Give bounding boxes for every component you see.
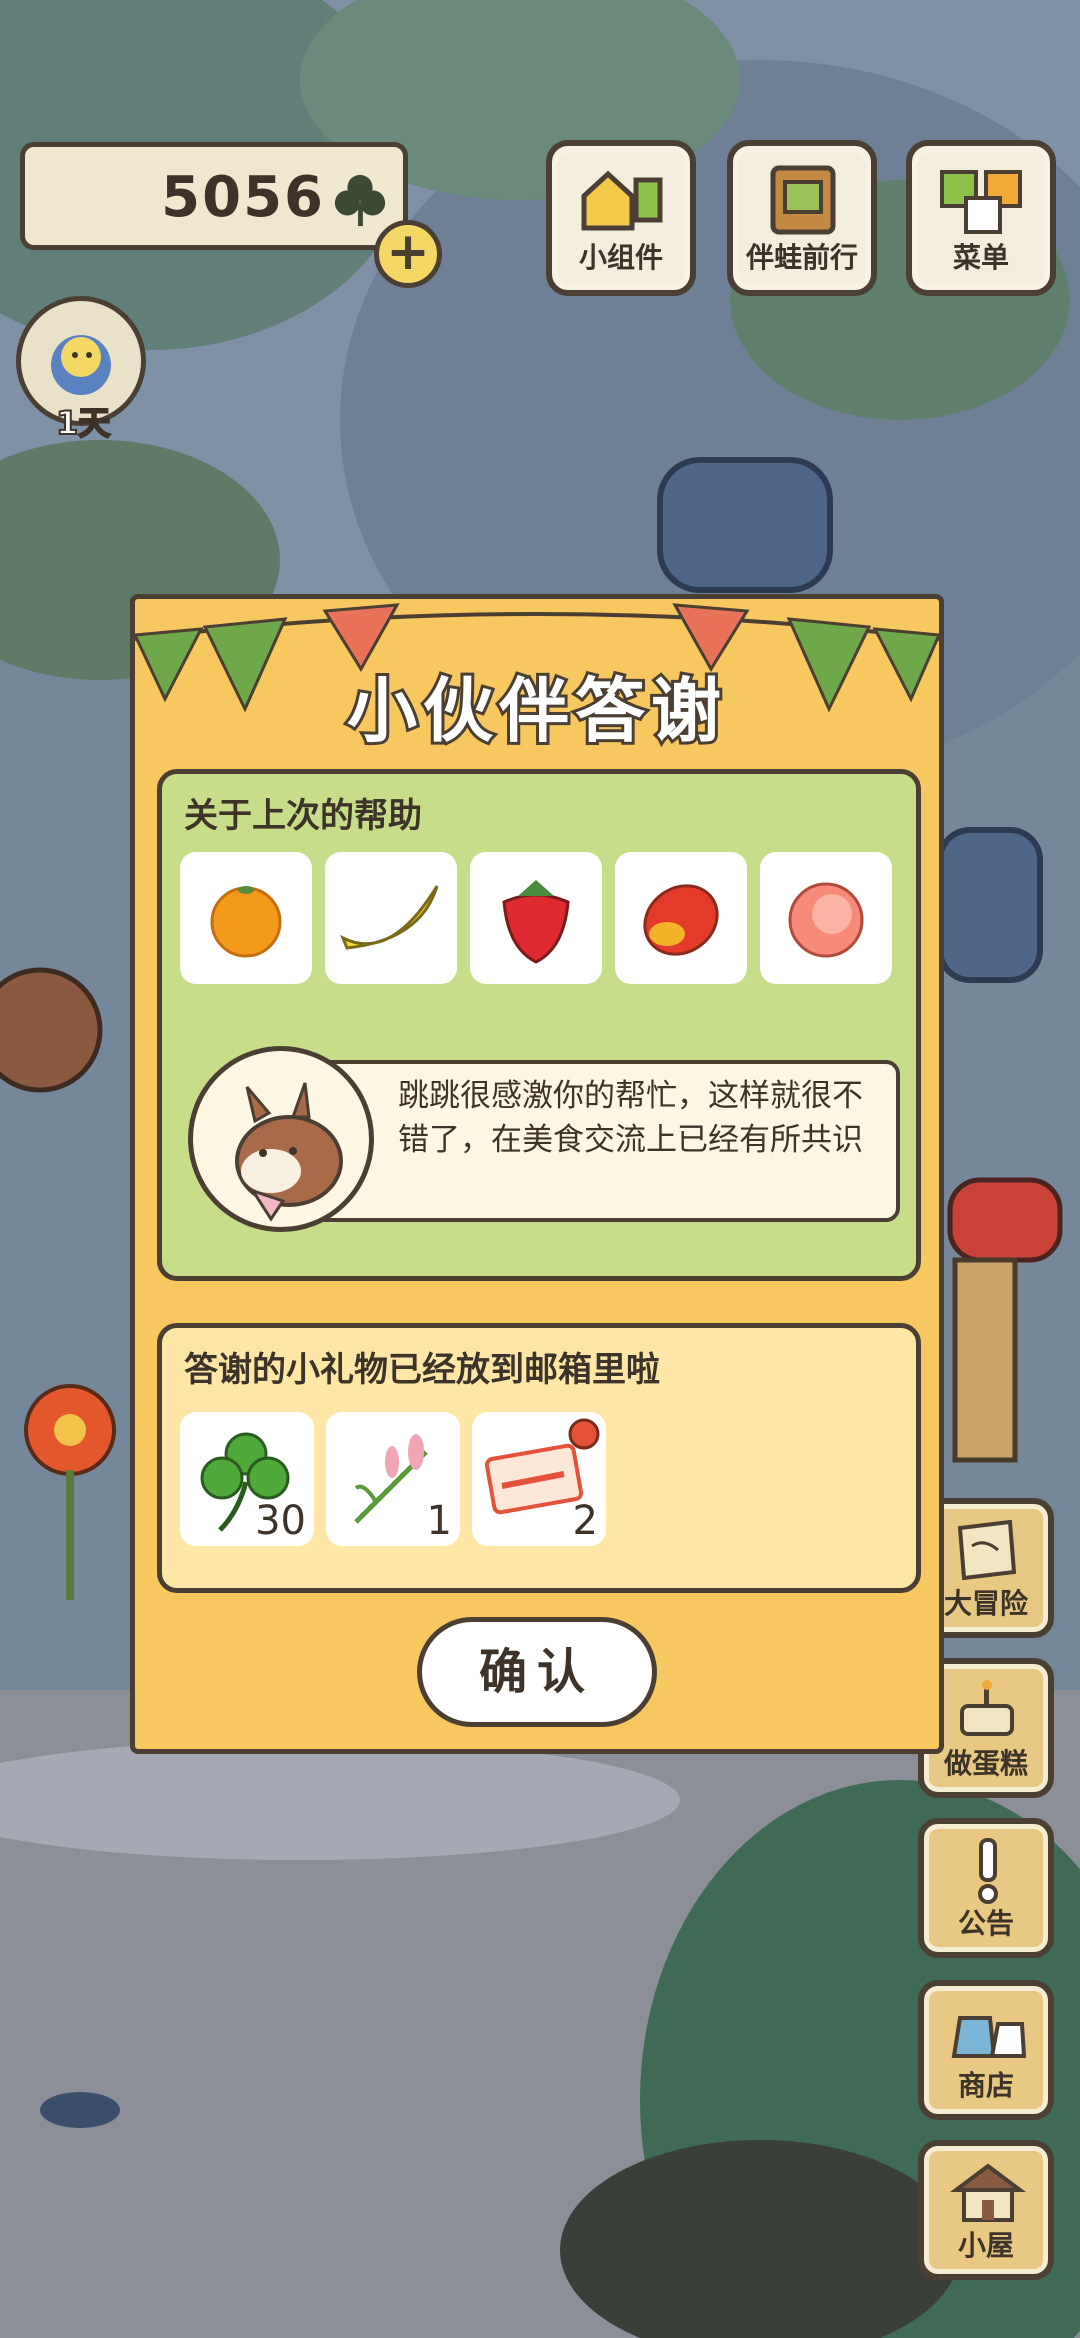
widget-button[interactable]: 小组件 <box>546 140 696 296</box>
gift-item-ticket: 2 <box>472 1412 606 1546</box>
shop-label: 商店 <box>957 2069 1014 2102</box>
menu-label: 菜单 <box>952 241 1009 274</box>
shop-button[interactable]: 商店 <box>918 1980 1054 2120</box>
exclamation-icon <box>978 1838 998 1904</box>
notice-label: 公告 <box>957 1907 1014 1940</box>
notice-button[interactable]: 公告 <box>918 1818 1054 1958</box>
thanks-message-bubble: 跳跳很感激你的帮忙，这样就很不错了，在美食交流上已经有所共识 <box>312 1060 900 1222</box>
frog-travel-button[interactable]: 伴蛙前行 <box>727 140 877 296</box>
shop-bag-icon <box>951 2016 1027 2058</box>
widget-label: 小组件 <box>578 241 663 274</box>
currency-value: 5056 <box>161 165 325 230</box>
gift-panel: 答谢的小礼物已经放到邮箱里啦 30 1 2 <box>157 1323 921 1593</box>
food-item-orange <box>180 852 312 984</box>
mango-icon <box>643 884 719 956</box>
album-icon <box>770 165 836 235</box>
clover-icon <box>334 174 386 227</box>
food-item-mango <box>615 852 747 984</box>
currency-bar: 5056 <box>20 142 408 250</box>
cottage-label: 小屋 <box>957 2229 1014 2262</box>
frog-portrait-icon <box>51 335 111 395</box>
widget-icon <box>581 170 663 231</box>
frog-travel-label: 伴蛙前行 <box>745 241 858 274</box>
menu-button[interactable]: 菜单 <box>906 140 1056 296</box>
gift-count-ticket: 2 <box>572 1498 598 1544</box>
cottage-button[interactable]: 小屋 <box>918 2140 1054 2280</box>
gift-item-clover: 30 <box>180 1412 314 1546</box>
orange-icon <box>210 886 282 958</box>
thanks-message-text: 跳跳很感激你的帮忙，这样就很不错了，在美食交流上已经有所共识 <box>398 1078 863 1158</box>
dialog-title: 小伙伴答谢 <box>344 667 727 755</box>
add-currency-button[interactable]: + <box>374 220 442 288</box>
banana-icon <box>340 885 439 950</box>
gift-item-flower: 1 <box>326 1412 460 1546</box>
menu-cards-icon <box>940 170 1022 234</box>
days-counter: 1天 <box>55 403 111 443</box>
gift-heading: 答谢的小礼物已经放到邮箱里啦 <box>184 1350 660 1390</box>
help-heading: 关于上次的帮助 <box>184 796 422 836</box>
gift-count-clover: 30 <box>255 1498 306 1544</box>
confirm-button[interactable]: 确认 <box>417 1617 657 1727</box>
thanks-dialog: 小伙伴答谢 关于上次的帮助 跳跳很感激你的帮忙，这样就很不错了，在美食交流上已经… <box>130 594 944 1754</box>
peach-icon <box>788 882 864 958</box>
gift-count-flower: 1 <box>426 1498 452 1544</box>
strawberry-icon <box>502 880 570 964</box>
help-panel: 关于上次的帮助 跳跳很感激你的帮忙，这样就很不错了，在美食交流上已经有所共识 <box>157 769 921 1281</box>
food-item-peach <box>760 852 892 984</box>
house-icon <box>950 2163 1026 2222</box>
squirrel-icon <box>235 1082 343 1222</box>
squirrel-portrait <box>188 1046 374 1232</box>
map-icon <box>957 1519 1017 1581</box>
food-item-strawberry <box>470 852 602 984</box>
cake-icon <box>960 1680 1014 1736</box>
food-item-banana <box>325 852 457 984</box>
